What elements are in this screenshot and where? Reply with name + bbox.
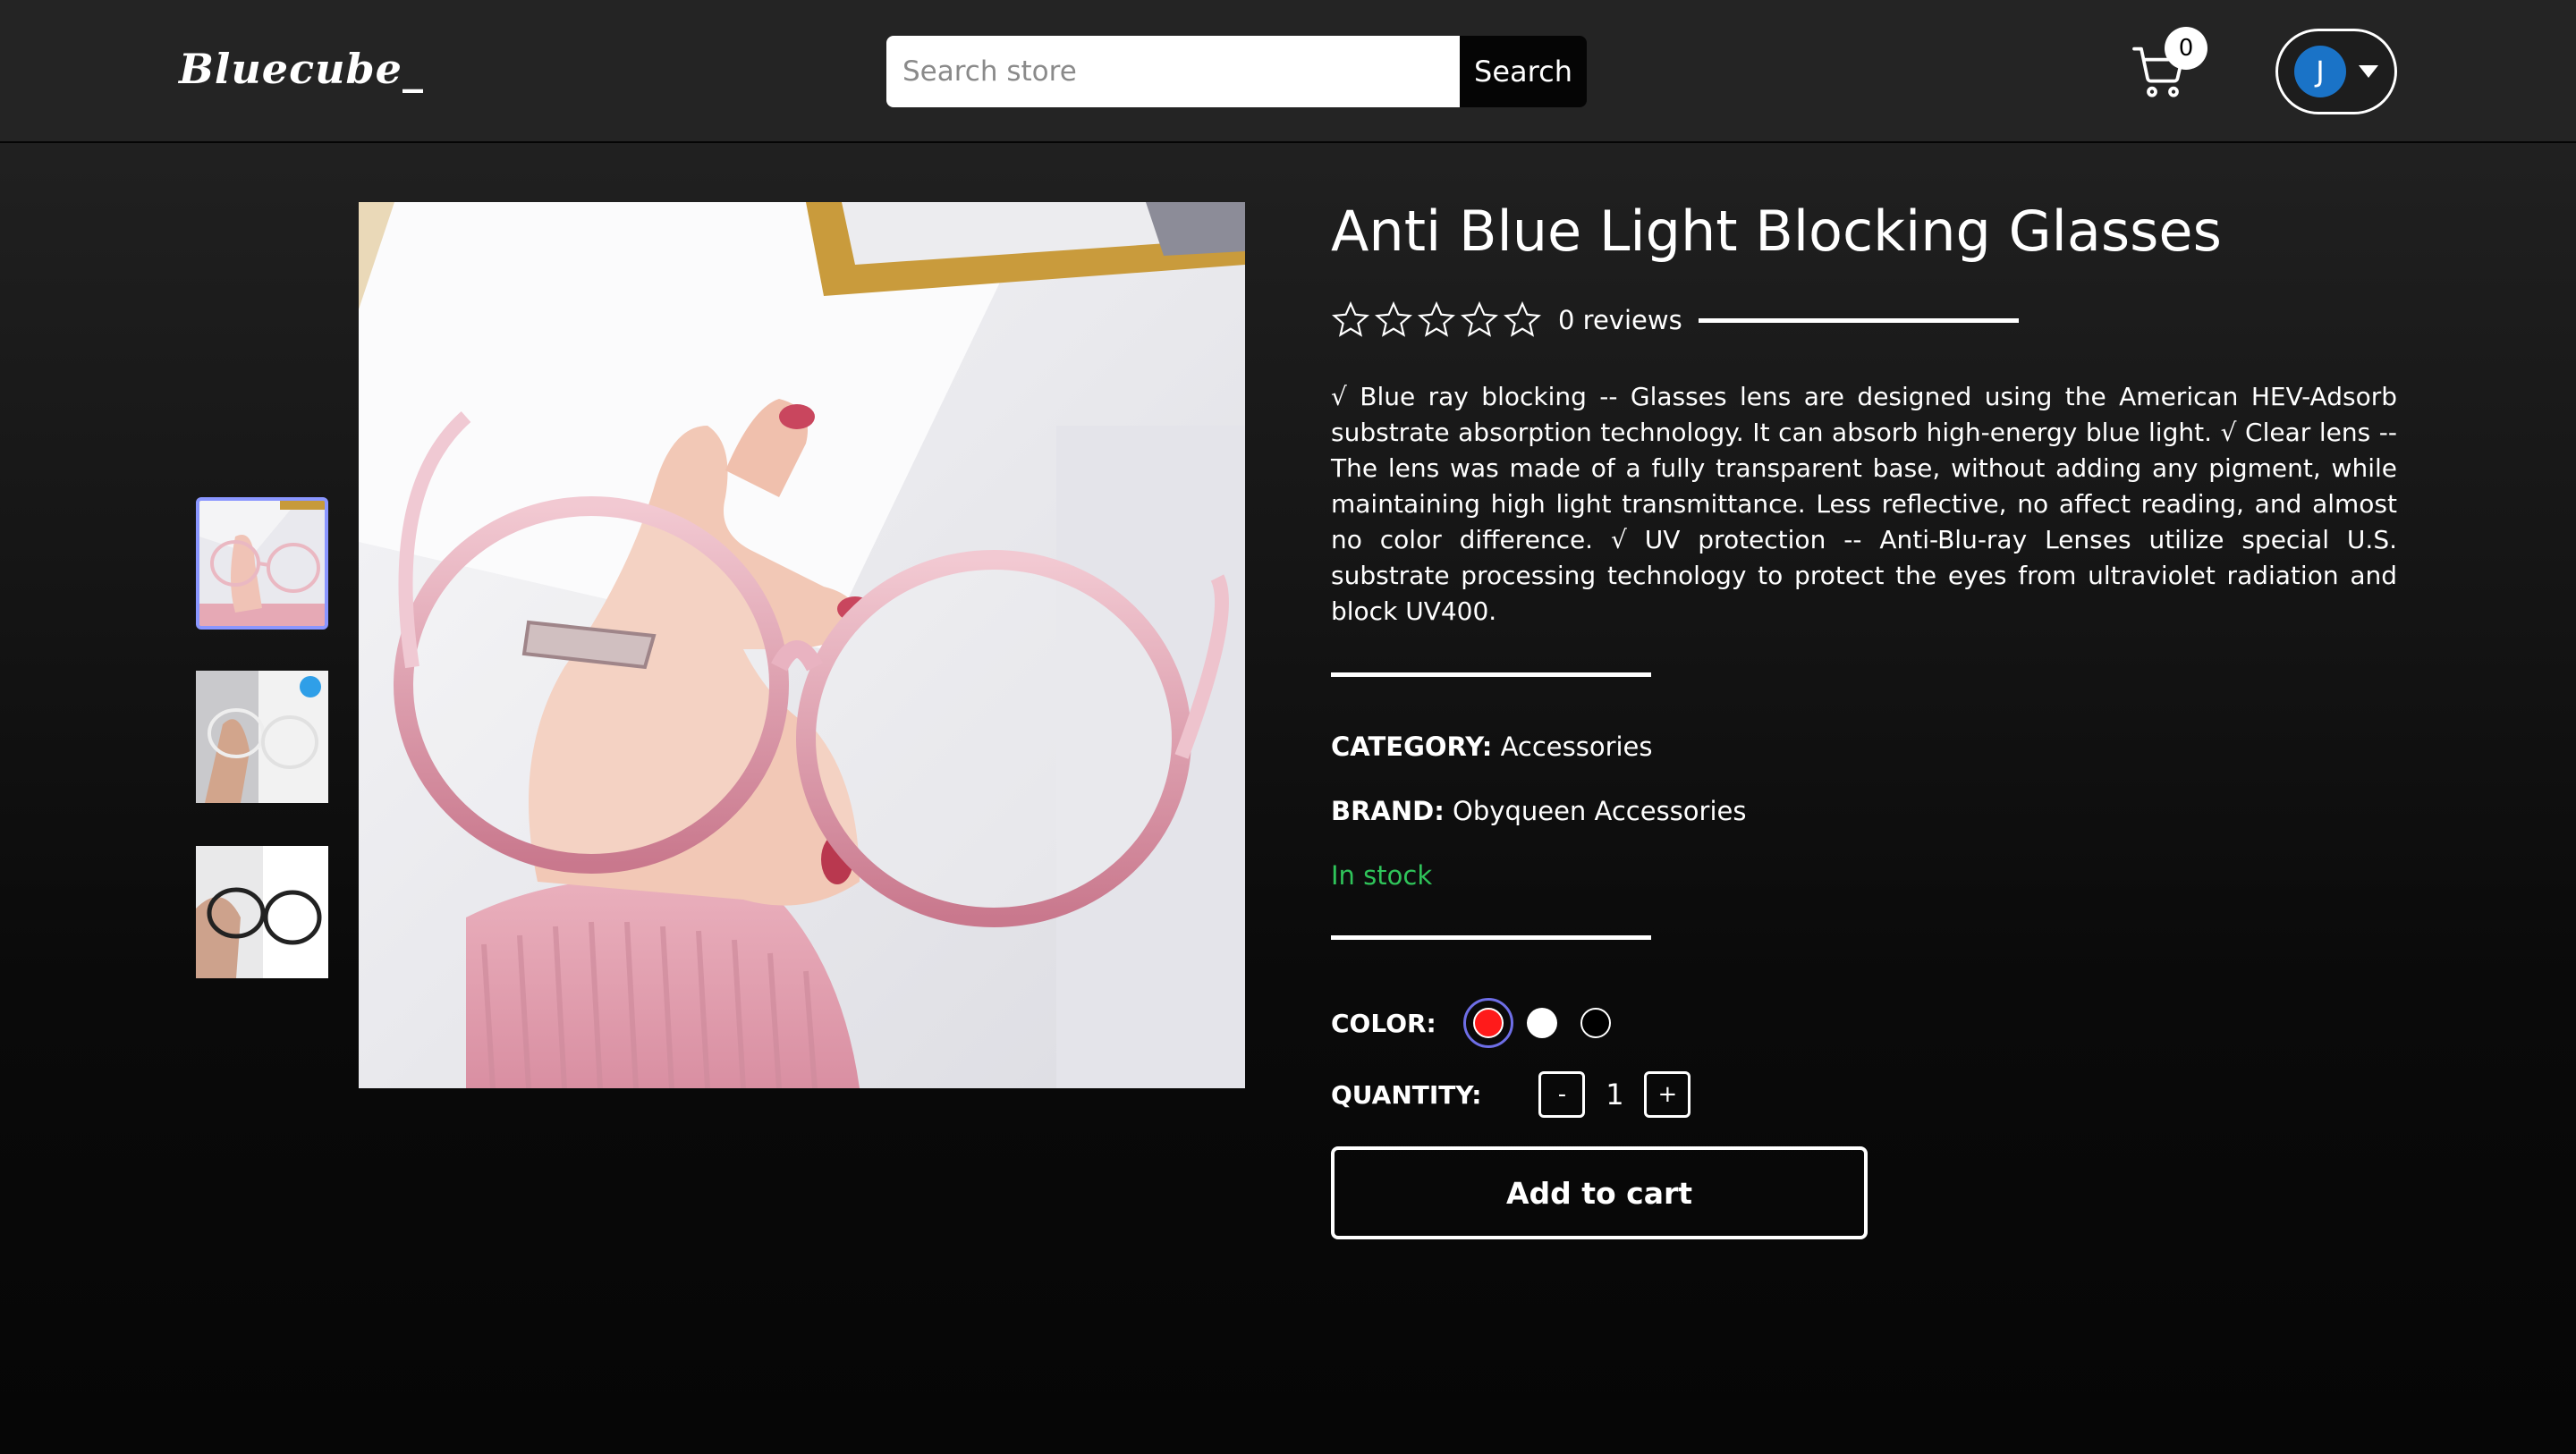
caret-down-icon	[2359, 65, 2378, 78]
product-main-image	[359, 202, 1245, 1088]
search-button[interactable]: Search	[1460, 36, 1587, 107]
star-outline-icon	[1332, 300, 1369, 337]
star-outline-icon	[1504, 300, 1541, 337]
color-swatch	[1526, 1008, 1557, 1038]
quantity-value: 1	[1606, 1078, 1624, 1112]
divider	[1331, 935, 1651, 940]
thumbnail-2[interactable]	[196, 671, 328, 803]
color-selector: COLOR:	[1331, 998, 1621, 1048]
category-label: CATEGORY:	[1331, 731, 1493, 762]
thumbnail-1[interactable]	[196, 497, 328, 630]
store-logo[interactable]: Bluecube_	[179, 45, 424, 93]
avatar: J	[2294, 46, 2346, 97]
star-rating	[1331, 300, 1542, 340]
brand-value[interactable]: Obyqueen Accessories	[1453, 796, 1746, 826]
brand-label: BRAND:	[1331, 796, 1445, 826]
product-description: √ Blue ray blocking -- Glasses lens are …	[1331, 382, 2397, 626]
cart-button[interactable]: 0	[2129, 27, 2209, 107]
star-outline-icon	[1418, 300, 1455, 337]
color-label: COLOR:	[1331, 1008, 1436, 1038]
glasses-photo-thumbnail	[199, 501, 325, 626]
color-swatch	[1472, 1008, 1504, 1038]
glasses-photo-thumbnail	[196, 671, 328, 803]
add-to-cart-button[interactable]: Add to cart	[1331, 1146, 1868, 1239]
divider	[1331, 672, 1651, 677]
brand-row: BRAND: Obyqueen Accessories	[1331, 796, 1746, 826]
search-input[interactable]	[886, 36, 1460, 107]
star-outline-icon	[1461, 300, 1498, 337]
stock-status: In stock	[1331, 860, 1433, 891]
top-navigation-bar: Bluecube_ Search 0 J	[0, 0, 2576, 143]
star-outline-icon	[1375, 300, 1412, 337]
search-bar: Search	[886, 36, 1587, 107]
rating-row: 0 reviews	[1331, 300, 2019, 340]
category-row: CATEGORY: Accessories	[1331, 731, 1653, 762]
color-option-black[interactable]	[1571, 998, 1621, 1048]
category-value[interactable]: Accessories	[1501, 731, 1653, 762]
color-option-red[interactable]	[1462, 998, 1513, 1048]
color-swatches	[1462, 998, 1621, 1048]
reviews-count[interactable]: 0 reviews	[1558, 305, 1682, 335]
color-option-white[interactable]	[1517, 998, 1567, 1048]
product-title: Anti Blue Light Blocking Glasses	[1331, 199, 2222, 264]
cart-count-badge: 0	[2165, 27, 2207, 70]
thumbnail-3[interactable]	[196, 846, 328, 978]
increment-button[interactable]: +	[1644, 1071, 1691, 1118]
divider	[1698, 317, 2019, 323]
color-swatch	[1580, 1008, 1611, 1038]
glasses-product-photo	[359, 202, 1245, 1088]
user-menu-button[interactable]: J	[2275, 29, 2397, 114]
quantity-label: QUANTITY:	[1331, 1079, 1482, 1110]
glasses-photo-thumbnail	[196, 846, 328, 978]
decrement-button[interactable]: -	[1538, 1071, 1586, 1118]
quantity-selector: QUANTITY: - 1 +	[1331, 1071, 1691, 1118]
quantity-stepper: - 1 +	[1538, 1071, 1691, 1118]
